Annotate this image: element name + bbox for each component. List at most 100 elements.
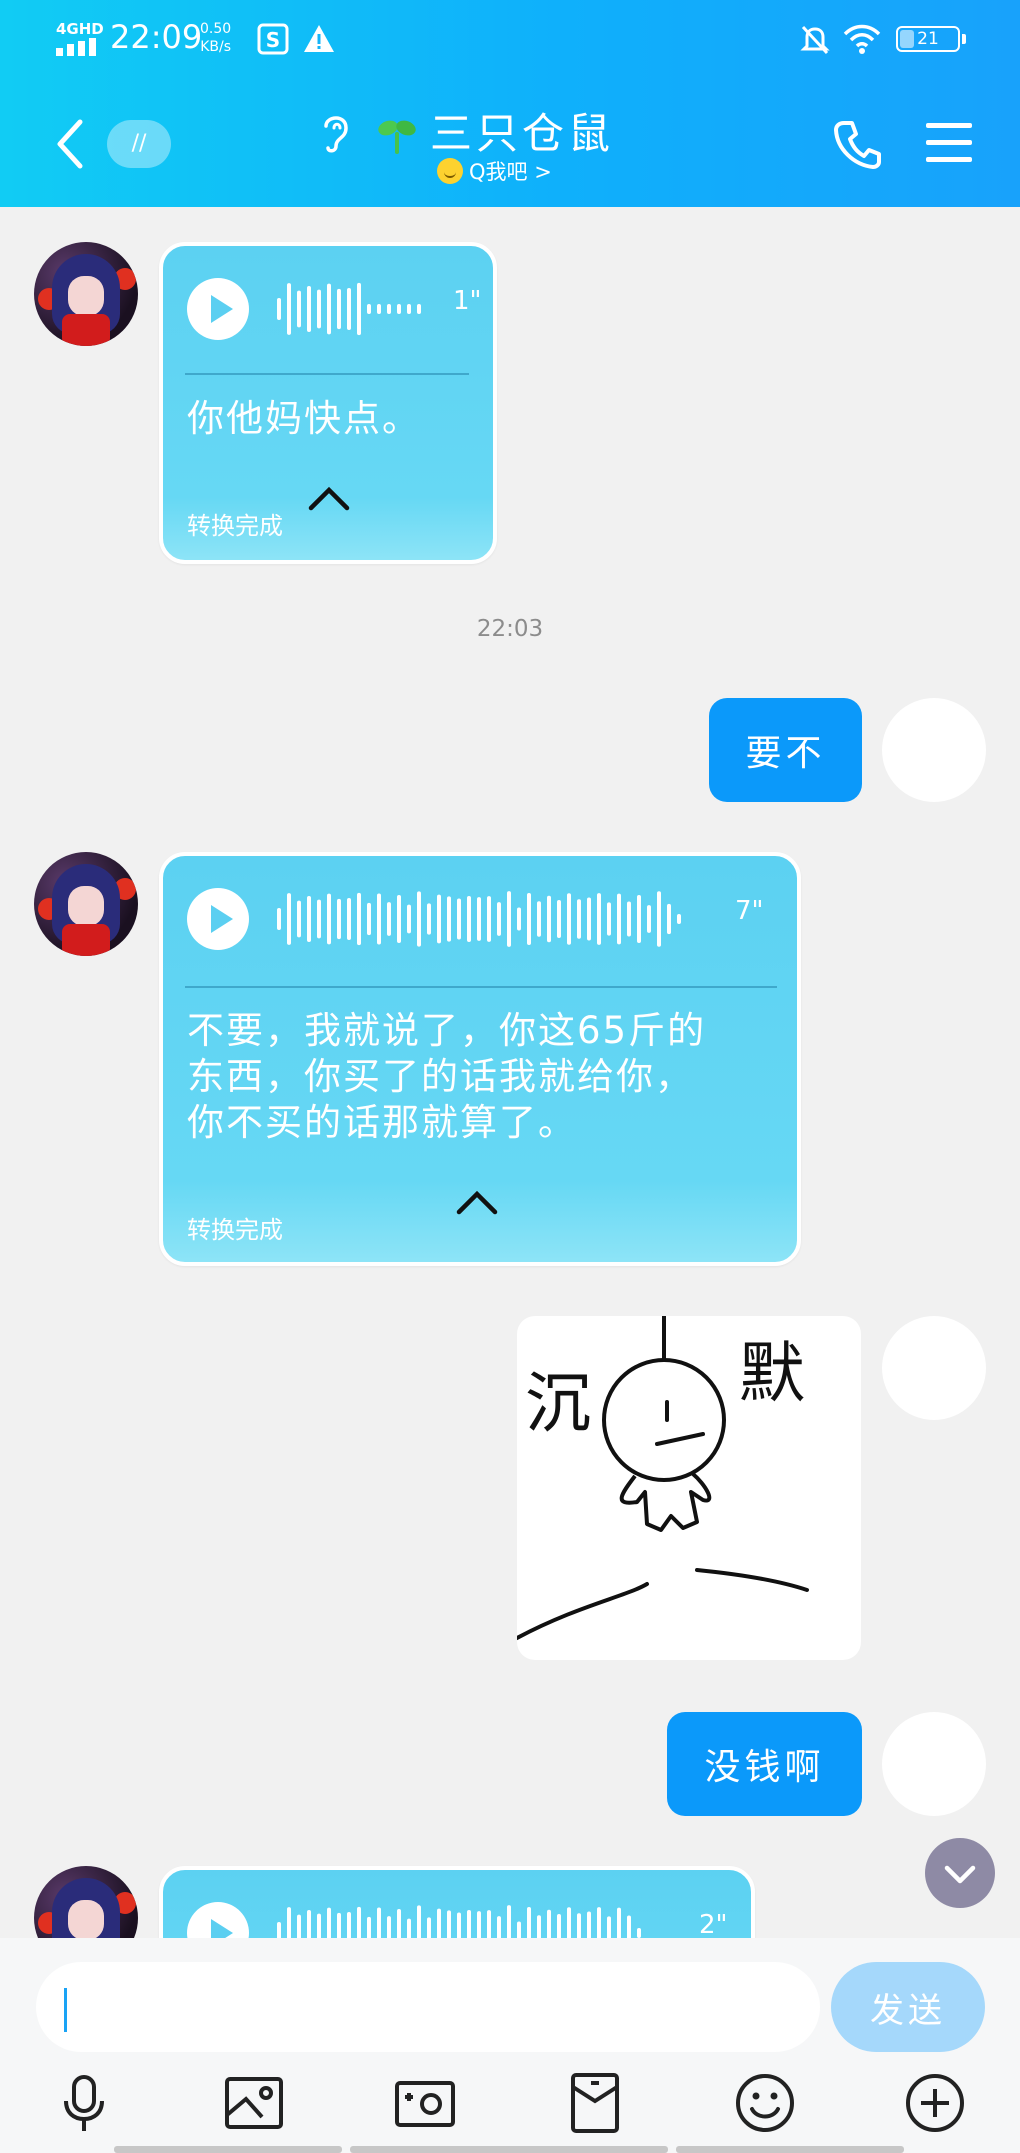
scroll-to-bottom-button[interactable] (925, 1838, 995, 1908)
wave-bar (357, 282, 361, 336)
wave-bar (307, 285, 311, 333)
wave-bar (657, 891, 661, 947)
voice-message[interactable]: 7" 不要，我就说了，你这65斤的 东西，你买了的话我就给你， 你不买的话那就算… (159, 852, 801, 1266)
wave-bar (557, 900, 561, 938)
screenshot-icon: S (257, 23, 289, 55)
ear-icon[interactable] (318, 110, 354, 156)
wave-bar (627, 901, 631, 937)
play-button[interactable] (187, 888, 249, 950)
nav-indicator (114, 2146, 342, 2153)
camera-icon[interactable] (393, 2071, 457, 2135)
voice-waveform (277, 891, 681, 947)
wave-bar (497, 902, 501, 936)
wave-bar (537, 901, 541, 937)
subtitle-text: Q我吧 > (469, 160, 552, 184)
voice-transcript: 不要，我就说了，你这65斤的 东西，你买了的话我就给你， 你不买的话那就算了。 (187, 1009, 707, 1144)
wave-bar (387, 902, 391, 936)
my-avatar[interactable] (882, 698, 986, 802)
wave-dot (677, 914, 681, 924)
time-separator: 22:03 (476, 616, 544, 642)
wave-bar (547, 895, 551, 943)
wave-bar (397, 895, 401, 943)
image-icon[interactable] (222, 2071, 286, 2135)
voice-duration: 7" (735, 896, 764, 926)
voice-divider (185, 986, 777, 988)
wave-bar (427, 903, 431, 935)
wave-bar (377, 893, 381, 945)
microphone-icon[interactable] (52, 2071, 116, 2135)
mute-bell-icon (800, 25, 830, 55)
sticker-caption-right: 默 (739, 1335, 805, 1412)
wave-bar (277, 298, 281, 320)
sticker-image[interactable]: 沉 默 (517, 1316, 861, 1660)
wave-bar (527, 893, 531, 945)
network-speed: 0.50 KB/s (200, 21, 232, 55)
wave-bar (327, 283, 331, 335)
battery-indicator: 21 (896, 26, 960, 52)
outgoing-text-bubble[interactable]: 要不 (709, 698, 862, 802)
menu-icon[interactable] (924, 121, 974, 165)
wave-bar (467, 895, 471, 943)
conversion-status: 转换完成 (187, 1216, 283, 1244)
wave-bar (317, 289, 321, 329)
clock: 22:09 (110, 18, 203, 56)
wave-bar (447, 896, 451, 942)
wave-bar (417, 891, 421, 947)
voice-message[interactable]: 1" 你他妈快点。 转换完成 (159, 242, 497, 564)
send-button[interactable]: 发送 (831, 1962, 985, 2052)
wave-bar (457, 898, 461, 940)
wave-bar (597, 893, 601, 945)
wifi-icon (843, 24, 881, 54)
voice-duration: 1" (453, 286, 482, 316)
voice-waveform (277, 282, 421, 336)
nav-indicator (350, 2146, 668, 2153)
wave-bar (347, 897, 351, 941)
wave-bar (337, 898, 341, 940)
wave-bar (617, 893, 621, 945)
unread-badge[interactable]: // (107, 120, 171, 168)
my-avatar[interactable] (882, 1316, 986, 1420)
sticker-caption-left: 沉 (525, 1365, 591, 1442)
smile-icon (437, 158, 463, 184)
signal-icon (56, 38, 96, 56)
wave-bar (637, 895, 641, 943)
back-arrow-icon[interactable] (50, 116, 90, 172)
wave-dot (637, 1928, 641, 1938)
voice-duration: 2" (699, 1910, 728, 1940)
nav-indicator (676, 2146, 904, 2153)
chat-header: 4GHD 22:09 0.50 KB/s S 21 // 三只仓鼠 Q我吧 > (0, 0, 1020, 207)
chat-title[interactable]: 三只仓鼠 (430, 100, 614, 161)
wave-bar (357, 892, 361, 946)
wave-bar (567, 893, 571, 945)
wave-bar (297, 900, 301, 938)
wave-bar (337, 288, 341, 330)
wave-bar (487, 896, 491, 942)
wave-bar (367, 902, 371, 936)
my-avatar[interactable] (882, 1712, 986, 1816)
svg-text:S: S (266, 28, 280, 52)
wave-bar (347, 287, 351, 331)
red-packet-icon[interactable] (563, 2071, 627, 2135)
play-button[interactable] (187, 278, 249, 340)
wave-bar (647, 905, 651, 933)
wave-bar (407, 904, 411, 934)
wave-bar (287, 893, 291, 945)
wave-bar (507, 891, 511, 947)
wave-bar (477, 897, 481, 941)
plus-icon[interactable] (903, 2071, 967, 2135)
phone-icon[interactable] (832, 118, 882, 170)
contact-avatar[interactable] (34, 852, 138, 956)
chat-subtitle[interactable]: Q我吧 > (437, 156, 552, 186)
wave-dot (417, 304, 421, 314)
outgoing-text-bubble[interactable]: 没钱啊 (667, 1712, 862, 1816)
network-type: 4GHD (56, 20, 104, 38)
chevron-down-icon (944, 1865, 976, 1884)
wave-bar (317, 899, 321, 939)
collapse-chevron-icon[interactable] (455, 1188, 499, 1216)
emoji-icon[interactable] (733, 2071, 797, 2135)
contact-avatar[interactable] (34, 242, 138, 346)
collapse-chevron-icon[interactable] (307, 484, 351, 512)
message-input[interactable] (36, 1962, 820, 2052)
wave-bar (577, 899, 581, 939)
wave-bar (277, 908, 281, 930)
